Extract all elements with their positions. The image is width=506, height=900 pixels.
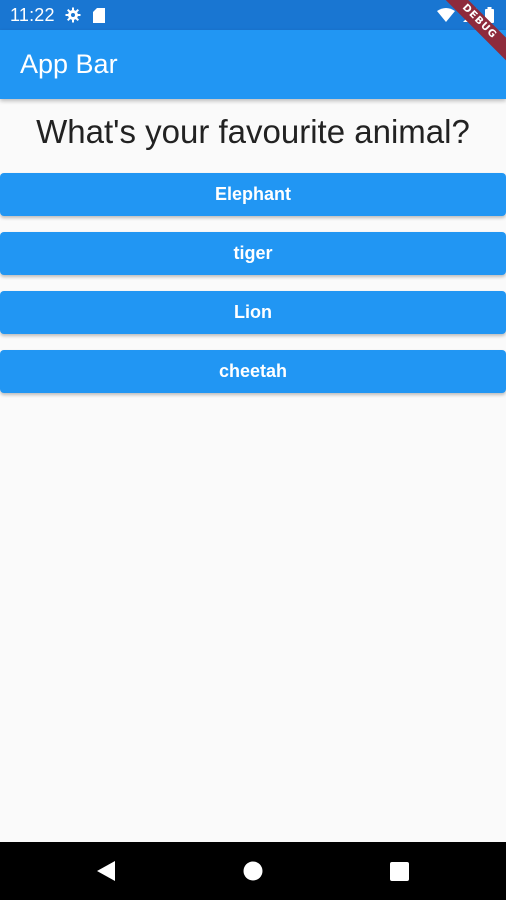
status-time: 11:22 [10,4,55,25]
app-bar-title: App Bar [20,49,118,79]
sd-card-icon [92,7,105,23]
back-icon [97,861,115,881]
answer-button-tiger[interactable]: tiger [0,232,506,275]
status-bar: 11:22 [0,0,506,30]
home-button[interactable] [223,842,283,900]
app-bar: App Bar [0,30,506,99]
answer-list: Elephant tiger Lion cheetah [0,173,506,393]
wifi-icon [437,8,455,22]
recents-icon [389,861,409,881]
recents-button[interactable] [369,842,429,900]
answer-button-elephant[interactable]: Elephant [0,173,506,216]
back-button[interactable] [76,842,136,900]
gear-icon [65,7,81,23]
system-nav-bar [0,842,506,900]
question-text: What's your favourite animal? [36,113,470,150]
answer-button-lion[interactable]: Lion [0,291,506,334]
quiz-content: What's your favourite animal? Elephant t… [0,99,506,393]
screen: 11:22 DEBUG App Bar What's your favourit… [0,0,506,900]
home-icon [243,861,263,881]
answer-button-cheetah[interactable]: cheetah [0,350,506,393]
